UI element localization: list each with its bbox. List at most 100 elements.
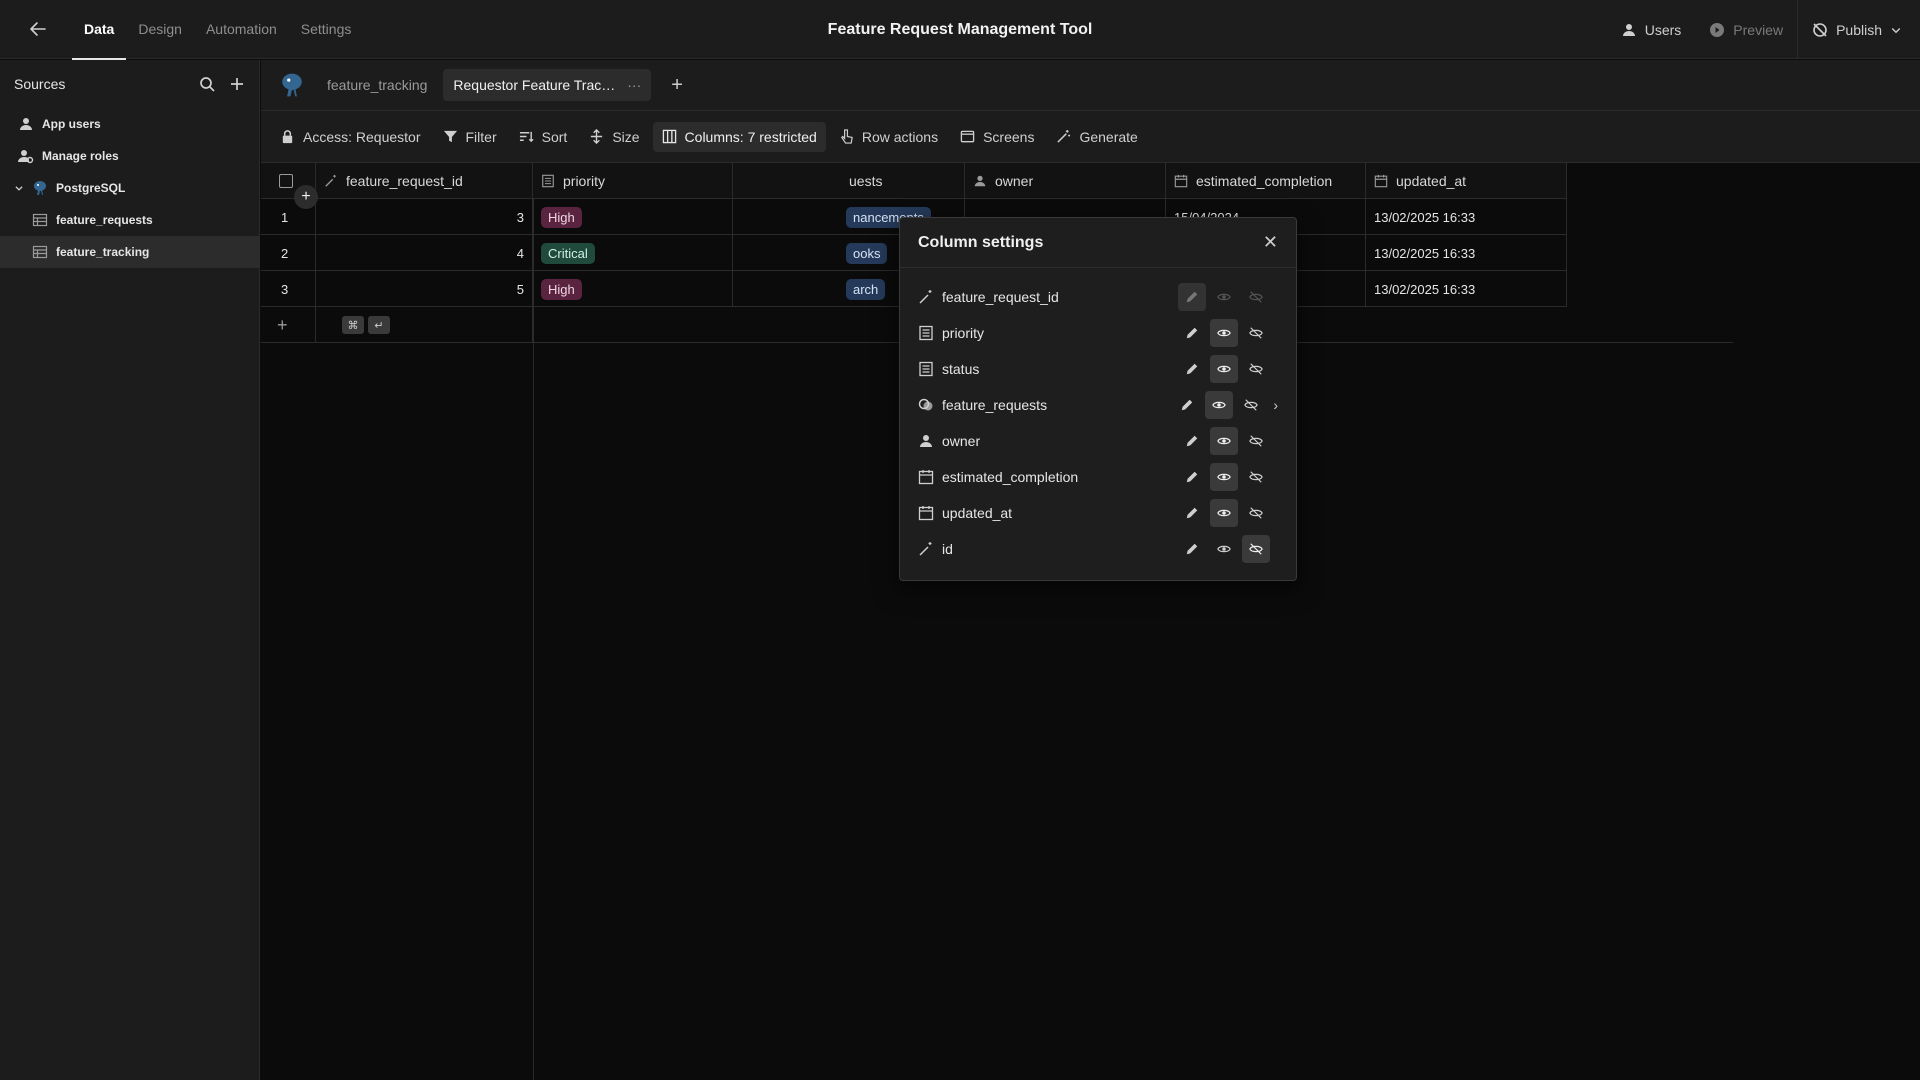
chevron-right-icon[interactable]: › — [1273, 397, 1278, 413]
close-icon[interactable]: ✕ — [1263, 232, 1278, 253]
edit-icon[interactable] — [1178, 427, 1206, 455]
access-label: Access: Requestor — [303, 128, 421, 145]
cell-priority[interactable]: High — [533, 199, 733, 235]
table-icon — [32, 213, 48, 227]
chevron-down-icon — [1891, 27, 1901, 33]
play-icon — [1710, 22, 1725, 37]
table-icon — [32, 245, 48, 259]
more-icon[interactable]: ··· — [627, 77, 641, 93]
cell-feature-request-id[interactable]: 5 — [316, 271, 533, 307]
tab-settings[interactable]: Settings — [289, 0, 364, 59]
tab-design[interactable]: Design — [126, 0, 194, 59]
eye-icon[interactable] — [1210, 355, 1238, 383]
eye-off-icon[interactable] — [1242, 463, 1270, 491]
resize-icon — [591, 129, 603, 144]
edit-icon[interactable] — [1178, 499, 1206, 527]
edit-icon[interactable] — [1178, 463, 1206, 491]
sidebar-item-manage-roles[interactable]: Manage roles — [0, 140, 259, 172]
access-button[interactable]: Access: Requestor — [271, 122, 430, 152]
eye-off-icon[interactable] — [1242, 499, 1270, 527]
header-feature-request-id[interactable]: feature_request_id — [316, 163, 533, 199]
column-name: estimated_completion — [942, 469, 1079, 485]
link-badge: arch — [846, 278, 886, 300]
publish-button[interactable]: Publish — [1798, 0, 1920, 59]
header-label: estimated_completion — [1196, 173, 1333, 189]
eye-icon[interactable] — [1210, 427, 1238, 455]
cell-updated-at[interactable]: 13/02/2025 16:33 — [1366, 199, 1567, 235]
edit-icon[interactable] — [1178, 535, 1206, 563]
add-row-button[interactable]: + — [261, 307, 316, 343]
calendar-icon — [1374, 174, 1388, 188]
header-estimated-completion[interactable]: estimated_completion — [1166, 163, 1366, 199]
preview-button[interactable]: Preview — [1695, 0, 1797, 59]
edit-icon[interactable] — [1178, 283, 1206, 311]
filter-button[interactable]: Filter — [434, 122, 506, 152]
eye-icon[interactable] — [1210, 283, 1238, 311]
column-settings-list: feature_request_id priority status featu… — [900, 268, 1296, 567]
toolbar: Access: Requestor Filter Sort Size Colum… — [261, 111, 1920, 163]
eye-off-icon[interactable] — [1242, 319, 1270, 347]
tab-requestor-view[interactable]: Requestor Feature Trac… ··· — [443, 69, 652, 101]
priority-badge: High — [541, 206, 582, 228]
cell-feature-request-id[interactable]: 4 — [316, 235, 533, 271]
magic-icon — [325, 174, 336, 187]
sort-button[interactable]: Sort — [510, 122, 577, 152]
cell-priority[interactable]: High — [533, 271, 733, 307]
sidebar-item-feature-requests[interactable]: feature_requests — [0, 204, 259, 236]
cell-updated-at[interactable]: 13/02/2025 16:33 — [1366, 235, 1567, 271]
postgresql-icon — [282, 73, 302, 97]
header-owner[interactable]: owner — [965, 163, 1166, 199]
header-priority[interactable]: priority — [533, 163, 733, 199]
add-view-icon[interactable]: + — [671, 74, 683, 97]
users-button[interactable]: Users — [1607, 0, 1696, 59]
header-label: priority — [563, 173, 606, 189]
screens-button[interactable]: Screens — [951, 122, 1043, 152]
column-permission-actions — [1178, 535, 1270, 563]
list-icon — [542, 174, 554, 188]
cell-feature-request-id[interactable]: 3 — [316, 199, 533, 235]
row-actions-label: Row actions — [861, 128, 939, 145]
sidebar-item-app-users[interactable]: App users — [0, 108, 259, 140]
column-setting-row: feature_requests › — [900, 387, 1296, 423]
header-updated-at[interactable]: updated_at — [1366, 163, 1567, 199]
edit-icon[interactable] — [1173, 391, 1201, 419]
row-actions-button[interactable]: Row actions — [830, 122, 947, 152]
cell-priority[interactable]: Critical — [533, 235, 733, 271]
search-icon[interactable] — [199, 76, 215, 92]
sort-icon — [519, 131, 534, 143]
columns-button[interactable]: Columns: 7 restricted — [652, 121, 826, 152]
tab-feature-tracking[interactable]: feature_tracking — [319, 69, 435, 101]
eye-icon[interactable] — [1205, 391, 1234, 419]
eye-icon[interactable] — [1210, 535, 1238, 563]
publish-label: Publish — [1836, 21, 1882, 38]
eye-off-icon[interactable] — [1242, 355, 1270, 383]
size-button[interactable]: Size — [580, 122, 648, 152]
priority-badge: High — [541, 278, 582, 300]
eye-icon[interactable] — [1210, 463, 1238, 491]
user-icon — [918, 433, 934, 449]
sidebar-item-feature-tracking[interactable]: feature_tracking — [0, 236, 259, 268]
header-feature-requests[interactable]: uests — [733, 163, 965, 199]
eye-off-icon[interactable] — [1242, 283, 1270, 311]
eye-off-icon[interactable] — [1242, 427, 1270, 455]
tab-automation[interactable]: Automation — [194, 0, 289, 59]
eye-icon[interactable] — [1210, 319, 1238, 347]
user-cog-icon — [18, 150, 34, 164]
tab-data[interactable]: Data — [72, 0, 127, 60]
edit-icon[interactable] — [1178, 319, 1206, 347]
column-settings-popover: Column settings ✕ feature_request_id pri… — [899, 217, 1297, 581]
select-all-checkbox[interactable] — [279, 174, 293, 188]
column-name: id — [942, 541, 953, 557]
cell-updated-at[interactable]: 13/02/2025 16:33 — [1366, 271, 1567, 307]
generate-button[interactable]: Generate — [1047, 122, 1146, 152]
edit-icon[interactable] — [1178, 355, 1206, 383]
add-source-icon[interactable] — [229, 76, 245, 92]
column-name: updated_at — [942, 505, 1013, 521]
eye-off-icon[interactable] — [1242, 535, 1270, 563]
eye-off-icon[interactable] — [1237, 391, 1265, 419]
sidebar-item-label: feature_requests — [56, 213, 153, 227]
nav-tabs: Data Design Automation Settings — [72, 0, 364, 60]
back-button[interactable] — [18, 9, 58, 49]
eye-icon[interactable] — [1210, 499, 1238, 527]
sidebar-item-postgresql[interactable]: PostgreSQL — [0, 172, 259, 204]
